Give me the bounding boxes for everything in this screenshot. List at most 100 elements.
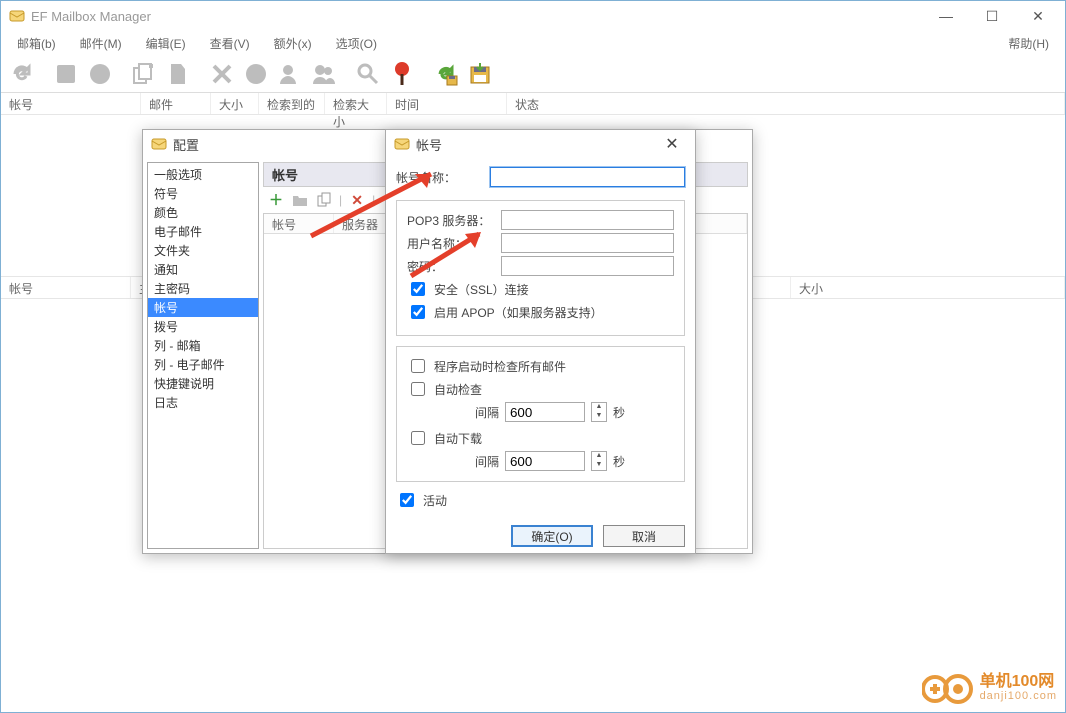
pop3-input[interactable]: [501, 210, 674, 230]
col-time[interactable]: 时间: [387, 93, 507, 114]
config-dialog-title-text: 配置: [173, 135, 199, 154]
circle-icon[interactable]: [241, 59, 271, 89]
col-account[interactable]: 帐号: [1, 93, 141, 114]
user-icon[interactable]: [275, 59, 305, 89]
menu-mailbox[interactable]: 邮箱(b): [5, 33, 68, 54]
menu-edit[interactable]: 编辑(E): [134, 33, 198, 54]
add-icon[interactable]: ＋: [267, 191, 285, 209]
delete-icon[interactable]: [207, 59, 237, 89]
auto-download-interval-input[interactable]: [505, 451, 585, 471]
ssl-label: 安全（SSL）连接: [434, 281, 529, 298]
watermark-icon: [922, 672, 974, 706]
account-dialog-title-text: 帐号: [416, 135, 442, 154]
account-dialog-close-button[interactable]: ✕: [655, 134, 689, 154]
col2-account[interactable]: 帐号: [1, 277, 131, 298]
username-label: 用户名称：: [407, 235, 495, 252]
auto-download-interval-spinner[interactable]: ▲▼: [591, 451, 607, 471]
config-nav-master-password[interactable]: 主密码: [148, 279, 258, 298]
apop-label: 启用 APOP（如果服务器支持）: [434, 304, 603, 321]
window-title: EF Mailbox Manager: [31, 9, 923, 24]
account-name-label: 帐号名称：: [396, 169, 484, 186]
seconds-label-2: 秒: [613, 453, 625, 470]
col-found[interactable]: 检索到的: [259, 93, 325, 114]
config-nav-email[interactable]: 电子邮件: [148, 222, 258, 241]
username-input[interactable]: [501, 233, 674, 253]
menu-extra[interactable]: 额外(x): [262, 33, 324, 54]
save-icon[interactable]: [465, 59, 495, 89]
auto-check-interval-input[interactable]: [505, 402, 585, 422]
config-nav-account[interactable]: 帐号: [148, 298, 258, 317]
watermark-name: 单机100网: [980, 673, 1055, 690]
record-icon[interactable]: [85, 59, 115, 89]
search-icon[interactable]: [353, 59, 383, 89]
config-nav-log[interactable]: 日志: [148, 393, 258, 412]
watermark: 单机100网 danji100.com: [922, 672, 1057, 706]
toolbar: [1, 55, 1065, 93]
col-mail[interactable]: 邮件: [141, 93, 211, 114]
check-start-label: 程序启动时检查所有邮件: [434, 358, 566, 375]
password-input[interactable]: [501, 256, 674, 276]
copy2-icon[interactable]: [315, 191, 333, 209]
server-group: POP3 服务器： 用户名称： 密码： 安全（SSL）连接 启用 APOP（如果…: [396, 200, 685, 336]
col-status[interactable]: 状态: [507, 93, 1065, 114]
config-nav-col-email[interactable]: 列 - 电子邮件: [148, 355, 258, 374]
config-list-col-account[interactable]: 帐号: [264, 214, 334, 233]
active-label: 活动: [423, 492, 447, 509]
copy-icon[interactable]: [129, 59, 159, 89]
refresh-green-icon[interactable]: [431, 59, 461, 89]
ssl-checkbox[interactable]: [411, 282, 425, 296]
config-nav-folders[interactable]: 文件夹: [148, 241, 258, 260]
window-minimize-button[interactable]: —: [923, 1, 969, 31]
window-maximize-button[interactable]: ☐: [969, 1, 1015, 31]
auto-check-checkbox[interactable]: [411, 382, 425, 396]
upper-grid-header: 帐号 邮件 大小 检索到的 检索大小 时间 状态: [1, 93, 1065, 115]
account-dialog-title: 帐号 ✕: [386, 130, 695, 158]
menu-view[interactable]: 查看(V): [198, 33, 262, 54]
menu-mail[interactable]: 邮件(M): [68, 33, 134, 54]
mail-icon: [394, 137, 410, 151]
config-nav-notify[interactable]: 通知: [148, 260, 258, 279]
col-found-size[interactable]: 检索大小: [325, 93, 387, 114]
watermark-url: danji100.com: [980, 689, 1057, 703]
schedule-group: 程序启动时检查所有邮件 自动检查 间隔 ▲▼ 秒 自动下载 间隔 ▲▼ 秒: [396, 346, 685, 482]
config-nav-col-mailbox[interactable]: 列 - 邮箱: [148, 336, 258, 355]
interval-label-2: 间隔: [475, 453, 499, 470]
menu-options[interactable]: 选项(O): [324, 33, 389, 54]
active-checkbox[interactable]: [400, 493, 414, 507]
pop3-label: POP3 服务器：: [407, 212, 495, 229]
auto-check-interval-spinner[interactable]: ▲▼: [591, 402, 607, 422]
cancel-button[interactable]: 取消: [603, 525, 685, 547]
account-name-input[interactable]: [490, 167, 685, 187]
config-nav-colors[interactable]: 颜色: [148, 203, 258, 222]
account-dialog: 帐号 ✕ 帐号名称： POP3 服务器： 用户名称： 密码： 安全（SSL）连接: [385, 129, 696, 554]
app-icon: [9, 8, 25, 24]
remove-icon[interactable]: ✕: [348, 191, 366, 209]
users-icon[interactable]: [309, 59, 339, 89]
auto-check-label: 自动检查: [434, 381, 482, 398]
interval-label-1: 间隔: [475, 404, 499, 421]
col2-size[interactable]: 大小: [791, 277, 1065, 298]
config-nav-dial[interactable]: 拨号: [148, 317, 258, 336]
pin-icon[interactable]: [387, 59, 417, 89]
window-titlebar: EF Mailbox Manager — ☐ ✕: [1, 1, 1065, 31]
ok-button[interactable]: 确定(O): [511, 525, 593, 547]
refresh-icon[interactable]: [7, 59, 37, 89]
apop-checkbox[interactable]: [411, 305, 425, 319]
col-size[interactable]: 大小: [211, 93, 259, 114]
mail-icon: [151, 137, 167, 151]
stop-icon[interactable]: [51, 59, 81, 89]
password-label: 密码：: [407, 258, 495, 275]
auto-download-label: 自动下载: [434, 430, 482, 447]
config-nav-general[interactable]: 一般选项: [148, 165, 258, 184]
check-start-checkbox[interactable]: [411, 359, 425, 373]
menu-help[interactable]: 帮助(H): [996, 33, 1061, 54]
folder-icon[interactable]: [291, 191, 309, 209]
auto-download-checkbox[interactable]: [411, 431, 425, 445]
config-nav-shortcuts[interactable]: 快捷键说明: [148, 374, 258, 393]
config-nav-symbols[interactable]: 符号: [148, 184, 258, 203]
file-icon[interactable]: [163, 59, 193, 89]
seconds-label-1: 秒: [613, 404, 625, 421]
window-close-button[interactable]: ✕: [1015, 1, 1061, 31]
menubar: 邮箱(b) 邮件(M) 编辑(E) 查看(V) 额外(x) 选项(O) 帮助(H…: [1, 31, 1065, 55]
config-nav: 一般选项 符号 颜色 电子邮件 文件夹 通知 主密码 帐号 拨号 列 - 邮箱 …: [147, 162, 259, 549]
